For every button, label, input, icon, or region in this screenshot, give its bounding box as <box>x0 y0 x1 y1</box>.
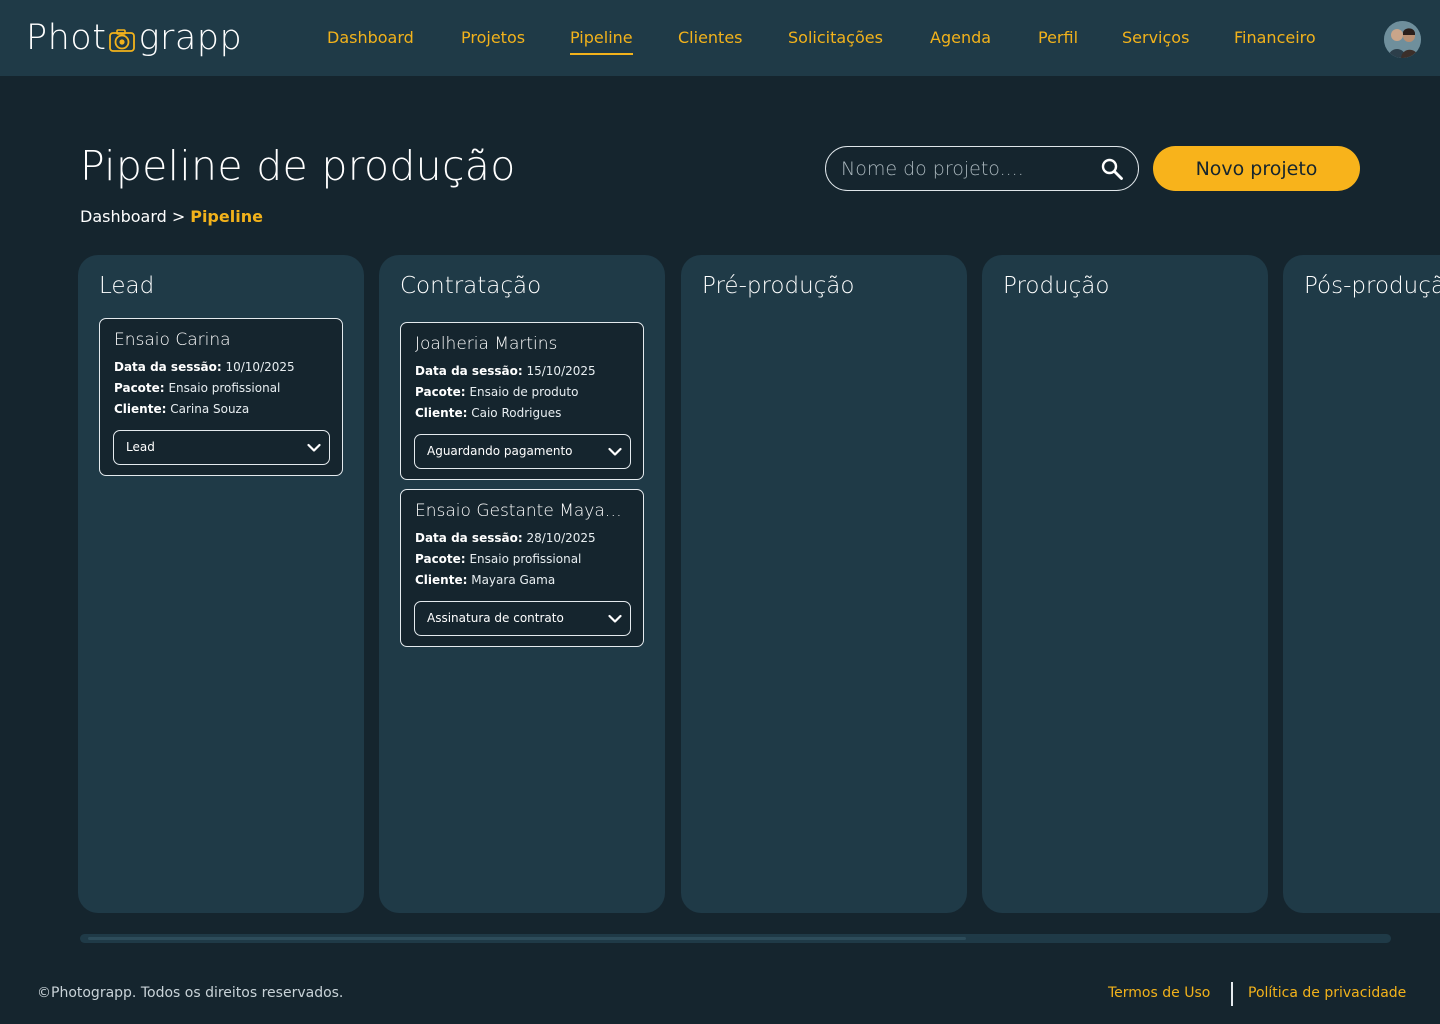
breadcrumb-separator: > <box>171 207 186 226</box>
card-package: Pacote: Ensaio profissional <box>114 381 280 395</box>
card-title: Ensaio Carina <box>114 330 231 350</box>
nav-financeiro[interactable]: Financeiro <box>1234 28 1316 53</box>
nav-pipeline[interactable]: Pipeline <box>570 28 633 55</box>
nav-agenda[interactable]: Agenda <box>930 28 991 53</box>
search-input[interactable] <box>841 157 1091 180</box>
logo-text-right: grapp <box>138 18 243 58</box>
column-title: Pós-produção <box>1304 273 1440 299</box>
status-value: Lead <box>126 440 155 454</box>
status-select[interactable]: Aguardando pagamento <box>414 434 631 469</box>
package-value: Ensaio profissional <box>168 381 281 395</box>
session-date-value: 15/10/2025 <box>526 364 596 378</box>
search-icon[interactable] <box>1100 157 1124 181</box>
client-label: Cliente: <box>415 406 468 420</box>
pipeline-column-pos-producao: Pós-produção <box>1283 255 1440 913</box>
card-client: Cliente: Mayara Gama <box>415 573 555 587</box>
new-project-button[interactable]: Novo projeto <box>1153 146 1360 191</box>
breadcrumb: Dashboard > Pipeline <box>80 207 263 226</box>
card-client: Cliente: Carina Souza <box>114 402 249 416</box>
nav-perfil[interactable]: Perfil <box>1038 28 1078 53</box>
session-date-value: 28/10/2025 <box>526 531 596 545</box>
project-card[interactable]: Ensaio Gestante Mayar... Data da sessão:… <box>400 489 644 647</box>
pipeline-column-contratacao: Contratação Joalheria Martins Data da se… <box>379 255 665 913</box>
logo-text-left: Phot <box>26 18 107 58</box>
privacy-link[interactable]: Política de privacidade <box>1248 985 1406 1001</box>
nav-servicos[interactable]: Serviços <box>1122 28 1189 53</box>
pipeline-column-lead: Lead Ensaio Carina Data da sessão: 10/10… <box>78 255 364 913</box>
footer-divider <box>1231 982 1233 1006</box>
client-value: Caio Rodrigues <box>471 406 562 420</box>
card-title: Ensaio Gestante Mayar... <box>415 501 625 521</box>
camera-icon <box>109 29 136 52</box>
nav-clientes[interactable]: Clientes <box>678 28 743 53</box>
status-value: Aguardando pagamento <box>427 444 573 458</box>
package-label: Pacote: <box>415 385 466 399</box>
chevron-down-icon <box>608 447 622 456</box>
copyright-text: ©Photograpp. Todos os direitos reservado… <box>37 985 344 1001</box>
session-date-label: Data da sessão: <box>415 531 523 545</box>
session-date-label: Data da sessão: <box>415 364 523 378</box>
nav-dashboard[interactable]: Dashboard <box>327 28 414 53</box>
column-title: Pré-produção <box>702 273 855 299</box>
terms-link[interactable]: Termos de Uso <box>1108 985 1210 1001</box>
page-title: Pipeline de produção <box>80 142 516 190</box>
column-title: Produção <box>1003 273 1110 299</box>
avatar-photo <box>1384 21 1421 58</box>
nav-projetos[interactable]: Projetos <box>461 28 525 53</box>
status-select[interactable]: Lead <box>113 430 330 465</box>
card-package: Pacote: Ensaio de produto <box>415 385 578 399</box>
session-date-label: Data da sessão: <box>114 360 222 374</box>
search-box <box>825 146 1139 191</box>
package-value: Ensaio profissional <box>469 552 582 566</box>
project-card[interactable]: Ensaio Carina Data da sessão: 10/10/2025… <box>99 318 343 476</box>
card-package: Pacote: Ensaio profissional <box>415 552 581 566</box>
chevron-down-icon <box>608 614 622 623</box>
session-date-value: 10/10/2025 <box>225 360 295 374</box>
user-avatar[interactable] <box>1384 21 1421 58</box>
card-client: Cliente: Caio Rodrigues <box>415 406 561 420</box>
client-value: Mayara Gama <box>471 573 556 587</box>
package-value: Ensaio de produto <box>469 385 579 399</box>
breadcrumb-current: Pipeline <box>190 207 263 226</box>
logo[interactable]: Phot grapp <box>26 14 242 62</box>
scrollbar-thumb[interactable] <box>88 937 966 940</box>
client-label: Cliente: <box>114 402 167 416</box>
pipeline-column-pre-producao: Pré-produção <box>681 255 967 913</box>
status-select[interactable]: Assinatura de contrato <box>414 601 631 636</box>
card-session-date: Data da sessão: 28/10/2025 <box>415 531 596 545</box>
card-session-date: Data da sessão: 15/10/2025 <box>415 364 596 378</box>
client-value: Carina Souza <box>170 402 250 416</box>
top-navbar: Phot grapp Dashboard Projetos Pipeline C… <box>0 0 1440 76</box>
client-label: Cliente: <box>415 573 468 587</box>
breadcrumb-dashboard[interactable]: Dashboard <box>80 207 167 226</box>
package-label: Pacote: <box>114 381 165 395</box>
column-title: Lead <box>99 273 155 299</box>
card-title: Joalheria Martins <box>415 334 558 354</box>
card-session-date: Data da sessão: 10/10/2025 <box>114 360 295 374</box>
package-label: Pacote: <box>415 552 466 566</box>
status-value: Assinatura de contrato <box>427 611 564 625</box>
nav-solicitacoes[interactable]: Solicitações <box>788 28 883 53</box>
pipeline-column-producao: Produção <box>982 255 1268 913</box>
column-title: Contratação <box>400 273 542 299</box>
chevron-down-icon <box>307 443 321 452</box>
project-card[interactable]: Joalheria Martins Data da sessão: 15/10/… <box>400 322 644 480</box>
